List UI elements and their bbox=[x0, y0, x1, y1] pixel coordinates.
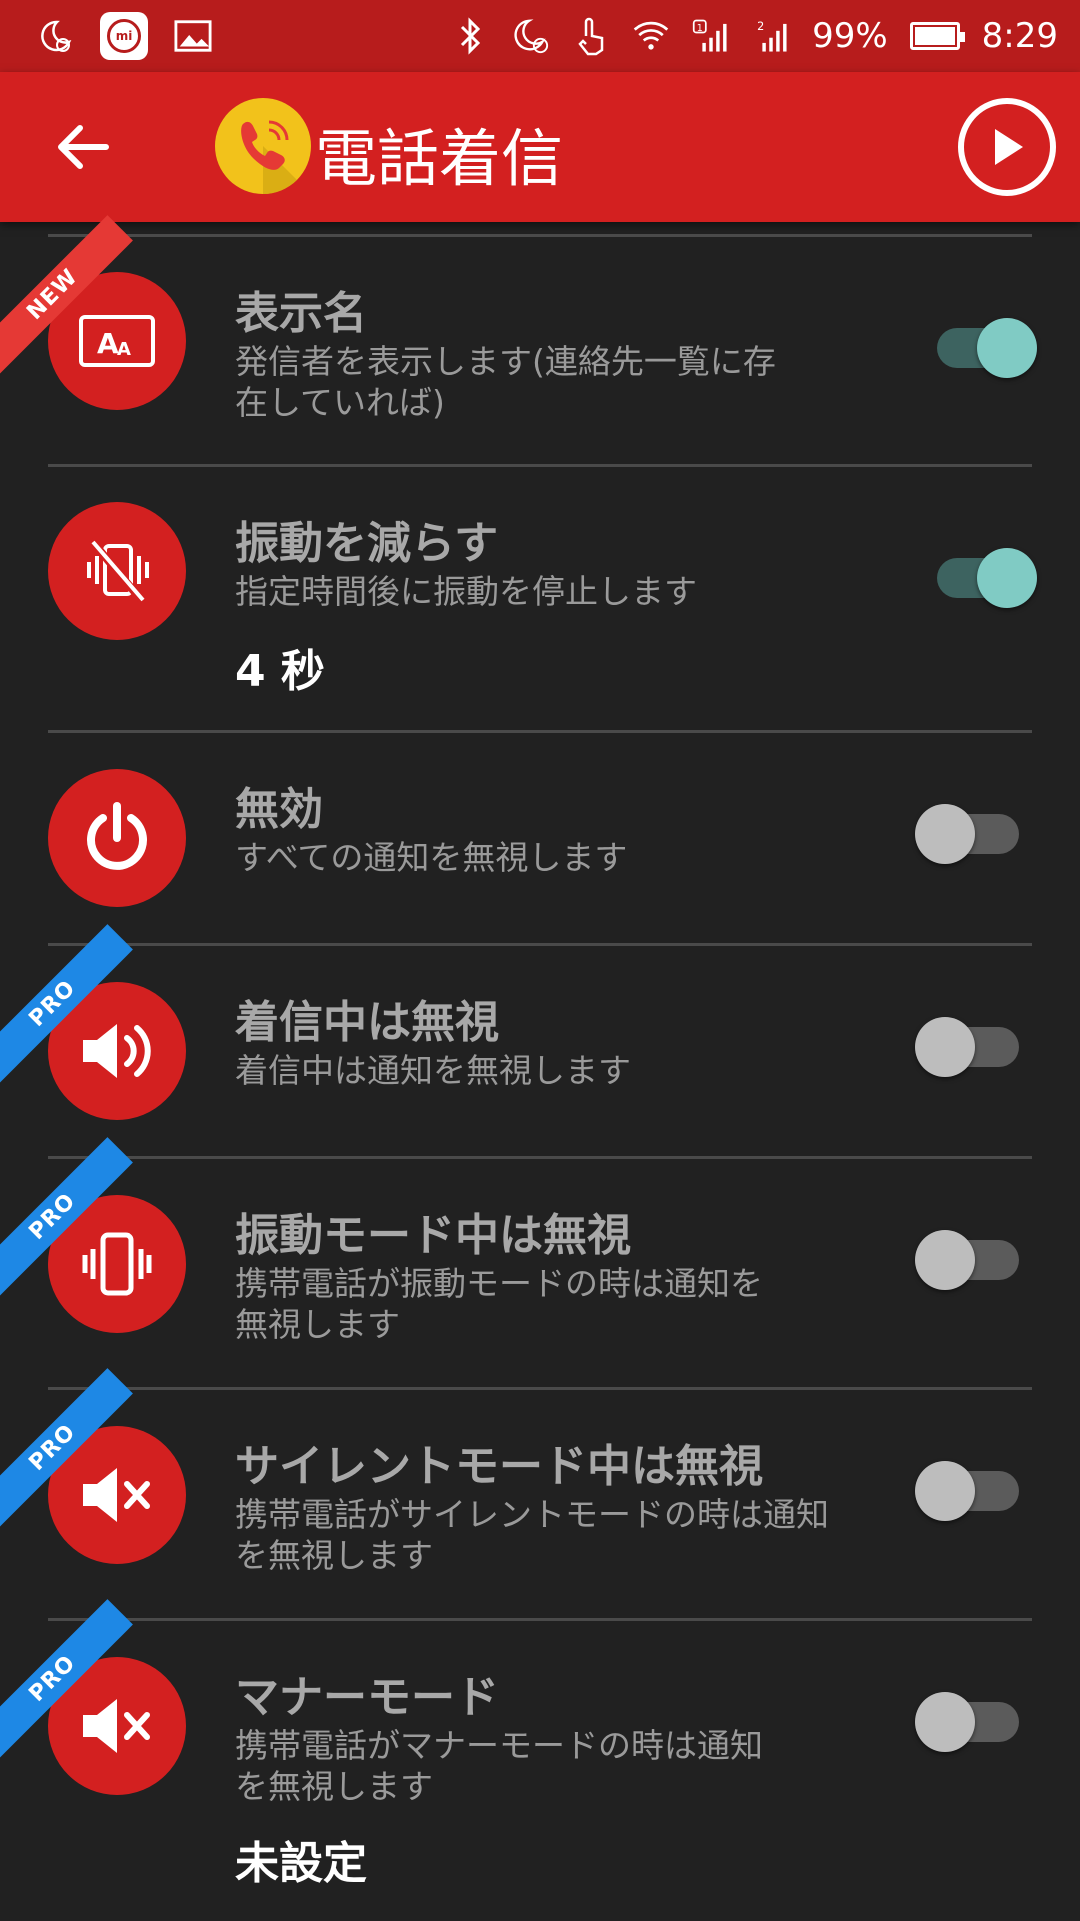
item-description: 携帯電話がサイレントモードの時は通知を無視します bbox=[235, 1495, 829, 1575]
item-description: 携帯電話がマナーモードの時は通知を無視します bbox=[235, 1726, 763, 1806]
battery-percent: 99% bbox=[812, 16, 888, 56]
ignore-silent-mode-toggle[interactable] bbox=[915, 1445, 1019, 1525]
toggle-thumb bbox=[977, 548, 1037, 608]
power-icon bbox=[48, 769, 186, 907]
do-not-disturb-alarm-icon bbox=[512, 17, 550, 55]
item-title: 振動を減らす bbox=[235, 518, 499, 569]
signal-sim1-icon: 1 bbox=[692, 17, 730, 55]
item-description: すべての通知を無視します bbox=[235, 838, 628, 877]
item-value: 4 秒 bbox=[235, 646, 325, 697]
svg-text:1: 1 bbox=[697, 23, 703, 34]
item-title: マナーモード bbox=[235, 1672, 499, 1723]
toggle-thumb bbox=[915, 1692, 975, 1752]
list-item-display-name[interactable]: AA NEW 表示名 発信者を表示します(連絡先一覧に存在していれば) bbox=[0, 215, 1080, 452]
back-button[interactable] bbox=[48, 117, 118, 177]
status-bar: mi 1 2 99% 8:29 bbox=[0, 0, 1080, 72]
moon-alarm-icon bbox=[36, 17, 74, 55]
list-item-ignore-silent-mode[interactable]: PRO サイレントモード中は無視 携帯電話がサイレントモードの時は通知を無視しま… bbox=[0, 1368, 1080, 1618]
item-description: 着信中は通知を無視します bbox=[235, 1051, 631, 1090]
toggle-thumb bbox=[977, 318, 1037, 378]
bluetooth-icon bbox=[452, 17, 490, 55]
clock: 8:29 bbox=[981, 16, 1058, 56]
toggle-thumb bbox=[915, 1017, 975, 1077]
svg-text:A: A bbox=[97, 327, 119, 360]
item-title: 着信中は無視 bbox=[235, 997, 499, 1048]
svg-text:2: 2 bbox=[757, 20, 764, 33]
toggle-thumb bbox=[915, 1461, 975, 1521]
ignore-vibrate-mode-toggle[interactable] bbox=[915, 1214, 1019, 1294]
item-description: 発信者を表示します(連絡先一覧に存在していれば) bbox=[235, 342, 776, 422]
item-title: 表示名 bbox=[235, 288, 367, 339]
item-description: 指定時間後に振動を停止します bbox=[235, 572, 697, 611]
item-title: 無効 bbox=[235, 784, 323, 835]
app-bar: 電話着信 bbox=[0, 72, 1080, 222]
arrow-left-icon bbox=[58, 125, 109, 169]
disable-toggle[interactable] bbox=[915, 788, 1019, 868]
item-title: 振動モード中は無視 bbox=[235, 1210, 631, 1261]
play-icon bbox=[995, 129, 1023, 165]
wifi-icon bbox=[632, 17, 670, 55]
ignore-during-call-toggle[interactable] bbox=[915, 1001, 1019, 1081]
gallery-icon bbox=[174, 17, 212, 55]
toggle-thumb bbox=[915, 1230, 975, 1290]
battery-level bbox=[914, 27, 955, 45]
list-item-disable[interactable]: 無効 すべての通知を無視します bbox=[0, 733, 1080, 943]
svg-text:A: A bbox=[117, 339, 131, 360]
manner-mode-toggle[interactable] bbox=[915, 1676, 1019, 1756]
battery-icon bbox=[909, 22, 965, 50]
list-item-reduce-vibration[interactable]: 振動を減らす 指定時間後に振動を停止します 4 秒 bbox=[0, 467, 1080, 732]
mi-app-icon: mi bbox=[100, 12, 148, 60]
item-value: 未設定 bbox=[235, 1838, 367, 1889]
list-item-ignore-during-call[interactable]: PRO 着信中は無視 着信中は通知を無視します bbox=[0, 924, 1080, 1156]
list-item-ignore-vibrate-mode[interactable]: PRO 振動モード中は無視 携帯電話が振動モードの時は通知を無視します bbox=[0, 1137, 1080, 1387]
app-title: 電話着信 bbox=[315, 122, 564, 195]
item-title: サイレントモード中は無視 bbox=[235, 1441, 763, 1492]
signal-sim2-icon: 2 bbox=[752, 17, 790, 55]
play-button[interactable] bbox=[958, 98, 1056, 196]
app-logo bbox=[215, 98, 311, 194]
touch-icon bbox=[572, 17, 610, 56]
list-item-manner-mode[interactable]: PRO マナーモード 携帯電話がマナーモードの時は通知を無視します 未設定 bbox=[0, 1599, 1080, 1921]
reduce-vibration-toggle[interactable] bbox=[915, 532, 1037, 612]
phone-ringing-icon bbox=[241, 120, 311, 194]
toggle-thumb bbox=[915, 804, 975, 864]
display-name-toggle[interactable] bbox=[915, 302, 1037, 382]
vibration-off-icon bbox=[48, 502, 186, 640]
item-description: 携帯電話が振動モードの時は通知を無視します bbox=[235, 1264, 763, 1344]
